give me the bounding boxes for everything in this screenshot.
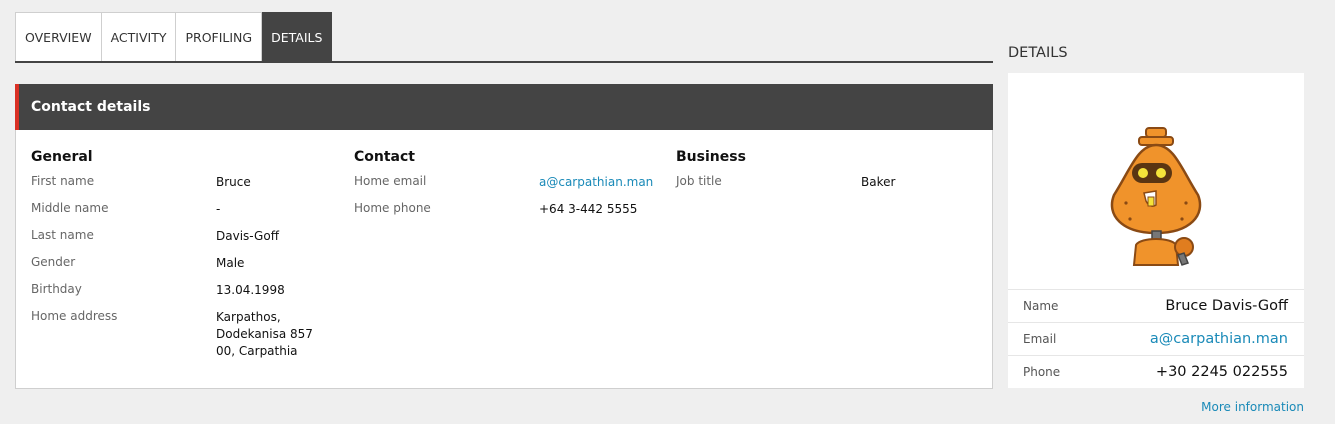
field-home-email: Home email a@carpathian.man xyxy=(354,174,664,201)
side-details-card: Name Bruce Davis-Goff Email a@carpathian… xyxy=(1008,73,1304,388)
field-value: Davis-Goff xyxy=(216,229,279,243)
tab-details[interactable]: DETAILS xyxy=(262,12,333,61)
field-label: Last name xyxy=(31,228,94,242)
panel-title: Contact details xyxy=(15,84,993,130)
field-value: Baker xyxy=(861,175,896,189)
side-email-row: Email a@carpathian.man xyxy=(1008,322,1304,355)
tab-bar: OVERVIEW ACTIVITY PROFILING DETAILS xyxy=(15,12,993,63)
contact-section: Contact Home email a@carpathian.man Home… xyxy=(354,149,664,228)
field-home-phone: Home phone +64 3-442 5555 xyxy=(354,201,664,228)
side-phone-row: Phone +30 2245 022555 xyxy=(1008,355,1304,388)
field-label: Job title xyxy=(676,174,722,188)
business-heading: Business xyxy=(676,149,746,165)
field-value: - xyxy=(216,202,221,216)
field-label: Home address xyxy=(31,309,118,323)
field-label: Home email xyxy=(354,174,427,188)
field-last-name: Last name Davis-Goff xyxy=(31,228,341,255)
field-birthday: Birthday 13.04.1998 xyxy=(31,282,341,309)
field-value: +64 3-442 5555 xyxy=(539,202,638,216)
side-email-link[interactable]: a@carpathian.man xyxy=(1150,331,1288,347)
business-section: Business Job title Baker xyxy=(676,149,986,201)
robot-avatar xyxy=(1110,127,1202,266)
side-phone-label: Phone xyxy=(1023,365,1061,379)
general-section: General First name Bruce Middle name - L… xyxy=(31,149,341,358)
field-middle-name: Middle name - xyxy=(31,201,341,228)
field-label: Home phone xyxy=(354,201,431,215)
field-value: Male xyxy=(216,256,245,270)
side-email-label: Email xyxy=(1023,332,1057,346)
side-name-label: Name xyxy=(1023,299,1059,313)
more-information-link[interactable]: More information xyxy=(1201,400,1304,414)
field-label: Gender xyxy=(31,255,76,269)
side-name-row: Name Bruce Davis-Goff xyxy=(1008,289,1304,322)
tab-activity[interactable]: ACTIVITY xyxy=(101,12,177,61)
contact-heading: Contact xyxy=(354,149,415,165)
field-label: Middle name xyxy=(31,201,109,215)
field-gender: Gender Male xyxy=(31,255,341,282)
field-first-name: First name Bruce xyxy=(31,174,341,201)
field-value: Bruce xyxy=(216,175,251,189)
side-phone-value: +30 2245 022555 xyxy=(1155,364,1288,380)
side-details-title: DETAILS xyxy=(1008,45,1068,61)
field-label: Birthday xyxy=(31,282,82,296)
general-heading: General xyxy=(31,149,93,165)
field-home-address: Home address Karpathos, Dodekanisa 857 0… xyxy=(31,309,341,358)
field-job-title: Job title Baker xyxy=(676,174,986,201)
tab-overview[interactable]: OVERVIEW xyxy=(15,12,102,61)
contact-details-panel: Contact details General First name Bruce… xyxy=(15,84,993,389)
field-value: 13.04.1998 xyxy=(216,283,285,297)
side-name-value: Bruce Davis-Goff xyxy=(1165,298,1288,314)
field-label: First name xyxy=(31,174,95,188)
tab-profiling[interactable]: PROFILING xyxy=(176,12,263,61)
home-email-link[interactable]: a@carpathian.man xyxy=(539,174,664,191)
field-value: Karpathos, Dodekanisa 857 00, Carpathia xyxy=(216,310,313,358)
